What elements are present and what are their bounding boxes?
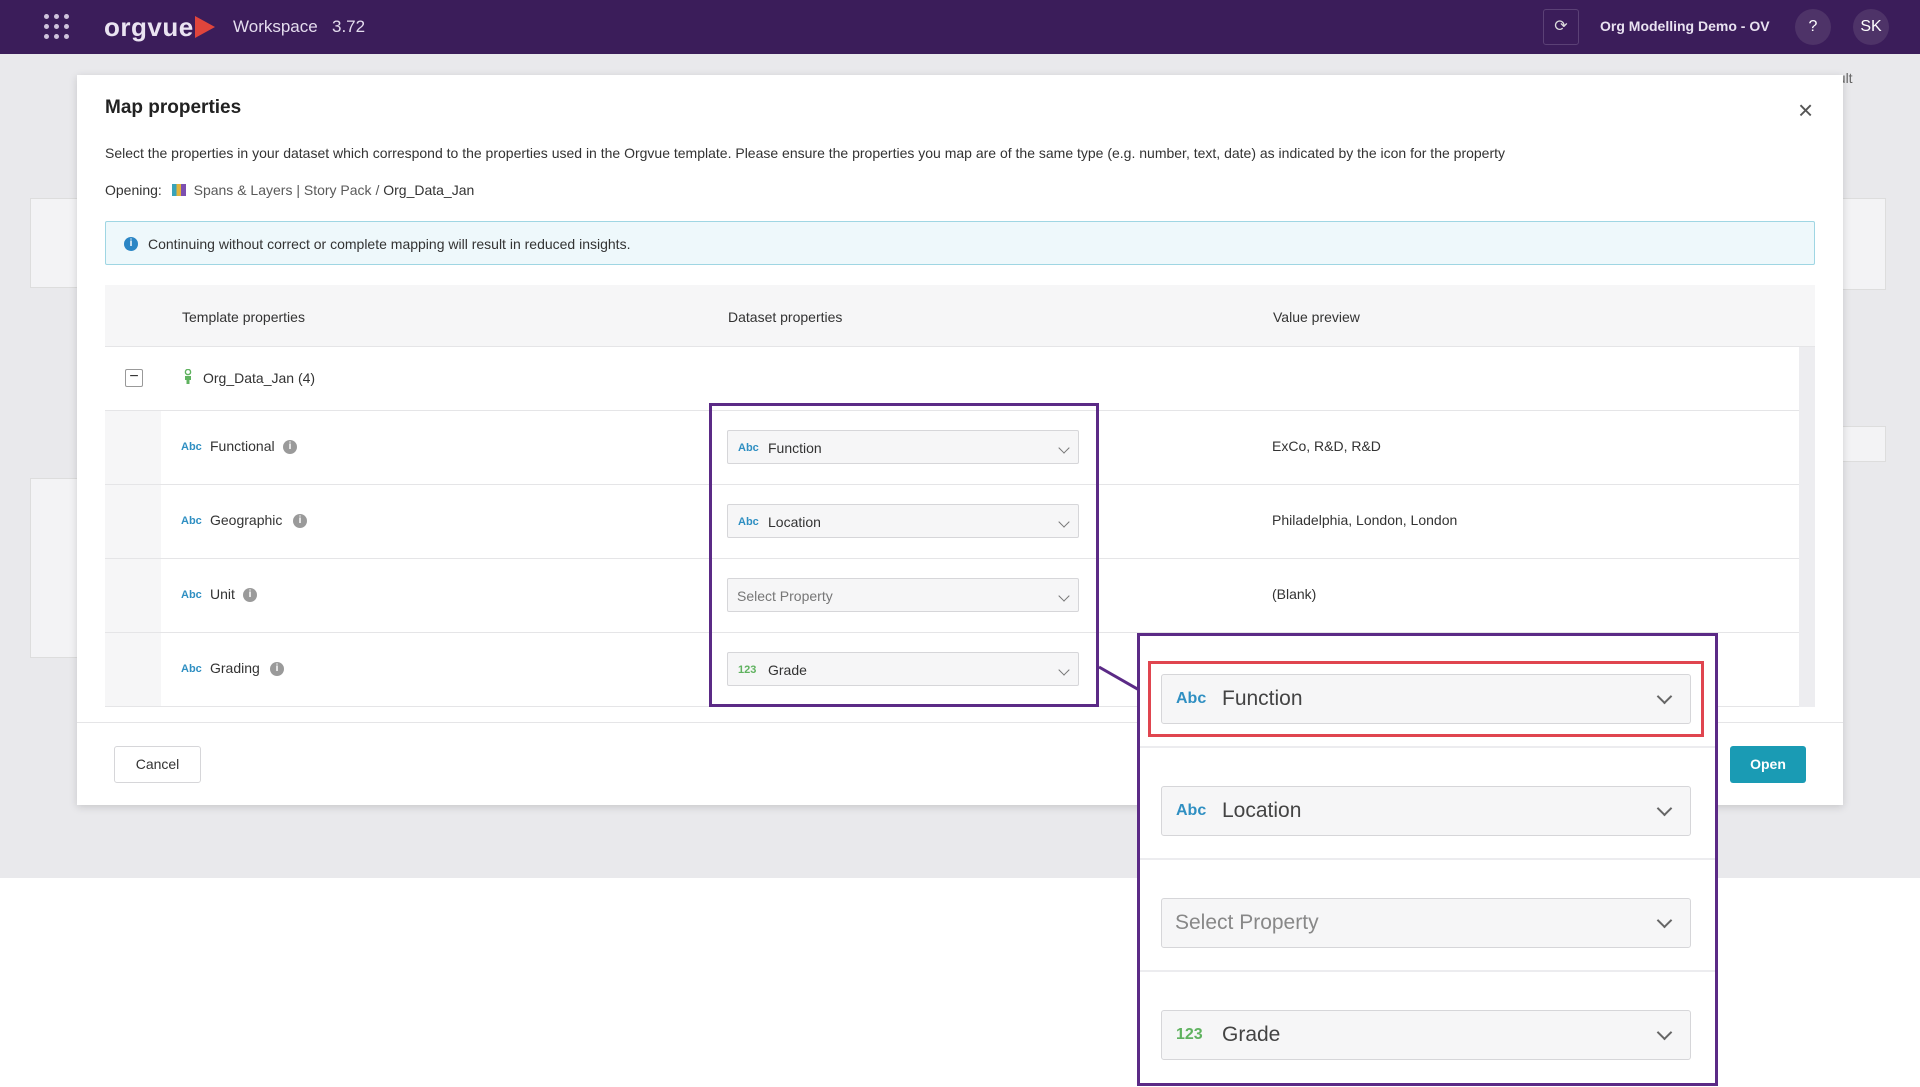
open-button[interactable]: Open (1730, 746, 1806, 783)
chevron-down-icon (1656, 800, 1673, 817)
header-dataset-properties: Dataset properties (728, 309, 843, 325)
info-alert: i Continuing without correct or complete… (105, 221, 1815, 265)
text-type-icon: Abc (181, 663, 202, 675)
background-list-icon (1836, 426, 1886, 462)
workspace-version: 3.72 (332, 17, 366, 36)
row-indent (105, 485, 161, 558)
sync-icon[interactable]: ⟳ (1543, 9, 1579, 45)
workspace-label: Workspace (233, 17, 318, 36)
row-indent (105, 411, 161, 484)
cancel-button[interactable]: Cancel (114, 746, 201, 783)
dialog-title: Map properties (105, 97, 242, 118)
help-button[interactable]: ? (1795, 9, 1831, 45)
person-icon (184, 369, 192, 384)
number-type-icon: 123 (1176, 1026, 1203, 1043)
table-scrollbar[interactable] (1799, 347, 1815, 707)
template-property-name: Geographic (210, 512, 283, 528)
zoom-row: Abc Location (1140, 748, 1715, 860)
info-tooltip-icon[interactable]: i (283, 440, 297, 454)
value-preview: ExCo, R&D, R&D (1272, 438, 1381, 454)
zoom-select: Abc Location (1161, 786, 1691, 836)
header-value-preview: Value preview (1273, 309, 1360, 325)
opening-pack: Spans & Layers | Story Pack (193, 182, 372, 198)
chevron-down-icon (1656, 1024, 1673, 1041)
zoom-row: Abc Function (1140, 636, 1715, 748)
row-indent (105, 633, 161, 706)
opening-label: Opening: (105, 182, 162, 198)
template-property-name: Unit (210, 586, 235, 602)
template-property-name: Functional (210, 438, 275, 454)
row-indent (105, 559, 161, 632)
zoom-select-value: Location (1222, 799, 1302, 822)
org-selector[interactable]: Org Modelling Demo - OV (1600, 18, 1770, 34)
group-row: − Org_Data_Jan (4) (105, 347, 1799, 411)
zoom-row: 123 Grade (1140, 972, 1715, 1083)
group-label: Org_Data_Jan (4) (203, 370, 316, 386)
zoom-select: 123 Grade (1161, 1010, 1691, 1060)
text-type-icon: Abc (181, 441, 202, 453)
top-bar: orgvue Workspace 3.72 ⟳ Org Modelling De… (0, 0, 1920, 54)
opening-dataset: Org_Data_Jan (383, 182, 475, 198)
text-type-icon: Abc (181, 589, 202, 601)
value-preview: Philadelphia, London, London (1272, 512, 1458, 528)
zoom-select: Select Property (1161, 898, 1691, 948)
header-template-properties: Template properties (182, 309, 305, 325)
dialog-description: Select the properties in your dataset wh… (105, 145, 1506, 161)
opening-separator: / (375, 182, 380, 198)
value-preview: (Blank) (1272, 586, 1317, 602)
background-panel (1836, 198, 1886, 290)
chevron-down-icon (1656, 912, 1673, 929)
opening-line: Opening: Spans & Layers | Story Pack / O… (105, 182, 474, 198)
info-tooltip-icon[interactable]: i (293, 514, 307, 528)
user-avatar[interactable]: SK (1853, 9, 1889, 45)
template-property-name: Grading (210, 660, 260, 676)
app-launcher-icon[interactable] (44, 14, 70, 40)
text-type-icon: Abc (1176, 802, 1207, 819)
highlight-box (709, 403, 1099, 707)
zoom-callout: Abc Function Abc Location Select Propert… (1137, 633, 1718, 1086)
red-highlight-box (1148, 661, 1704, 737)
zoom-select-value: Grade (1222, 1023, 1281, 1046)
close-icon[interactable]: × (1798, 97, 1813, 123)
brand-logo[interactable]: orgvue (104, 12, 194, 43)
table-header: Template properties Dataset properties V… (105, 285, 1815, 347)
text-type-icon: Abc (181, 515, 202, 527)
zoom-row: Select Property (1140, 860, 1715, 972)
zoom-select-placeholder: Select Property (1175, 911, 1319, 934)
collapse-icon[interactable]: − (125, 369, 143, 387)
story-pack-icon (171, 184, 186, 196)
info-icon: i (124, 237, 138, 251)
info-tooltip-icon[interactable]: i (243, 588, 257, 602)
info-tooltip-icon[interactable]: i (270, 662, 284, 676)
alert-text: Continuing without correct or complete m… (148, 236, 631, 252)
brand-mark-icon (195, 16, 215, 38)
